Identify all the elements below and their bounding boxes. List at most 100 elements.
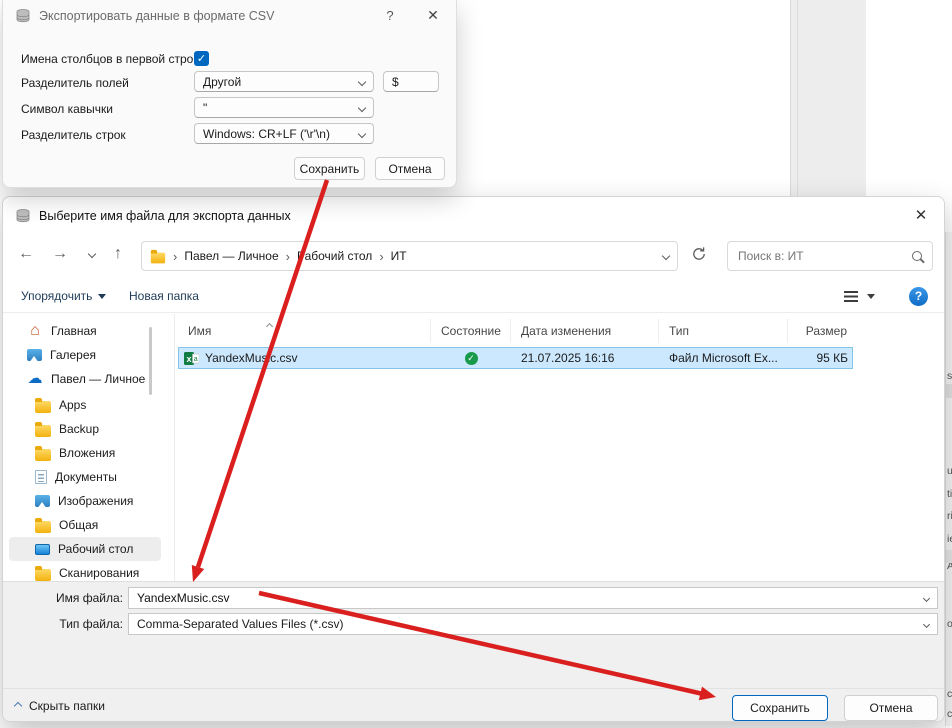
dialog-title: Экспортировать данные в формате CSV: [39, 9, 275, 23]
filename-input[interactable]: [137, 591, 924, 605]
file-type-cell: Файл Microsoft Ex...: [659, 348, 788, 368]
cancel-button[interactable]: Отмена: [844, 695, 938, 721]
new-folder-label: Новая папка: [129, 289, 199, 303]
breadcrumb-segment[interactable]: ИТ: [391, 249, 407, 263]
refresh-icon: [691, 246, 707, 262]
view-mode-button[interactable]: [844, 281, 858, 311]
header-names-checkbox[interactable]: ✓: [194, 51, 209, 66]
search-input[interactable]: [738, 249, 906, 263]
search-box[interactable]: [727, 241, 933, 271]
refresh-button[interactable]: [691, 246, 707, 265]
file-size-cell: 95 КБ: [788, 348, 848, 368]
sidebar-item-label: Документы: [55, 470, 117, 484]
background-text-fragment: ck: [947, 708, 952, 720]
new-folder-button[interactable]: Новая папка: [129, 281, 199, 311]
sidebar-item-scans[interactable]: Сканирования: [9, 561, 161, 581]
sidebar-item-gallery[interactable]: Галерея: [9, 343, 161, 367]
column-header-size[interactable]: Размер: [788, 319, 853, 343]
breadcrumb-separator: ›: [173, 249, 177, 264]
onedrive-cloud-icon: ☁: [27, 372, 43, 386]
column-header-type[interactable]: Тип: [659, 319, 788, 343]
background-text-fragment: ie: [947, 533, 952, 545]
help-icon: ?: [909, 287, 928, 306]
gallery-icon: [27, 349, 42, 361]
export-save-button[interactable]: Сохранить: [294, 157, 365, 180]
row-delimiter-select[interactable]: Windows: CR+LF ('\r'\n): [194, 123, 374, 144]
custom-delimiter-value: $: [392, 75, 399, 89]
sidebar-item-label: Вложения: [59, 446, 115, 460]
sidebar-item-home[interactable]: ⌂Главная: [9, 319, 161, 343]
sidebar-divider: [174, 314, 175, 581]
background-window-sliver: s u ti ri ie A o ck ck: [945, 232, 952, 726]
excel-csv-file-icon: x a: [184, 351, 199, 366]
folder-icon: [35, 569, 51, 581]
command-toolbar: Упорядочить Новая папка ?: [3, 281, 944, 313]
close-icon[interactable]: ✕: [910, 206, 932, 224]
sidebar-item-label: Сканирования: [59, 566, 139, 580]
forward-button[interactable]: →: [47, 241, 73, 267]
organize-button[interactable]: Упорядочить: [21, 281, 106, 311]
save-file-dialog: Выберите имя файла для экспорта данных ✕…: [2, 196, 945, 722]
sidebar-item-label: Backup: [59, 422, 99, 436]
header-names-label: Имена столбцов в первой строке: [21, 52, 205, 66]
sidebar-item-shared[interactable]: Общая: [9, 513, 161, 537]
sidebar-item-documents[interactable]: Документы: [9, 465, 161, 489]
row-delimiter-value: Windows: CR+LF ('\r'\n): [203, 127, 330, 141]
help-button[interactable]: ?: [382, 8, 398, 23]
chevron-down-icon: [88, 250, 96, 258]
sidebar-item-apps[interactable]: Apps: [9, 393, 161, 417]
custom-delimiter-input[interactable]: $: [383, 71, 439, 92]
quote-char-value: ": [203, 101, 207, 115]
caret-down-icon: [867, 294, 875, 299]
background-text-fragment: ri: [947, 510, 952, 522]
file-name-cell: x a YandexMusic.csv: [179, 348, 431, 368]
close-icon[interactable]: ✕: [424, 7, 442, 24]
sidebar-item-label: Галерея: [50, 348, 96, 362]
breadcrumb-segment[interactable]: Павел — Личное: [184, 249, 278, 263]
background-text-fragment: s: [947, 370, 952, 382]
back-button[interactable]: ←: [13, 241, 39, 267]
sidebar-item-attachments[interactable]: Вложения: [9, 441, 161, 465]
filename-combobox[interactable]: [128, 587, 938, 609]
recent-locations-button[interactable]: [79, 241, 105, 267]
sidebar-scrollbar[interactable]: [149, 327, 152, 395]
browser-body: ⌂Главная Галерея ☁Павел — Личное Apps Ba…: [3, 314, 944, 581]
help-button[interactable]: ?: [909, 281, 928, 311]
quote-char-label: Символ кавычки: [21, 102, 113, 116]
file-row-selected[interactable]: x a YandexMusic.csv ✓ 21.07.2025 16:16 Ф…: [178, 347, 853, 369]
sidebar-item-desktop[interactable]: Рабочий стол: [9, 537, 161, 561]
svg-text:a: a: [194, 356, 198, 363]
folder-icon: [151, 252, 165, 263]
file-status-cell: ✓: [431, 348, 511, 368]
chevron-up-icon: [14, 702, 22, 710]
quote-char-select[interactable]: ": [194, 97, 374, 118]
folder-icon: [35, 401, 51, 413]
sidebar-item-pictures[interactable]: Изображения: [9, 489, 161, 513]
file-list: Имя Состояние Дата изменения Тип Размер …: [176, 314, 942, 581]
field-delimiter-select[interactable]: Другой: [194, 71, 374, 92]
sidebar-item-onedrive[interactable]: ☁Павел — Личное: [9, 367, 161, 391]
chevron-down-icon[interactable]: [662, 252, 670, 260]
folder-icon: [35, 449, 51, 461]
breadcrumb-segment[interactable]: Рабочий стол: [297, 249, 372, 263]
chevron-down-icon: [923, 594, 930, 601]
folder-icon: [35, 521, 51, 533]
row-delimiter-label: Разделитель строк: [21, 128, 126, 142]
column-header-modified[interactable]: Дата изменения: [511, 319, 659, 343]
view-mode-caret[interactable]: [867, 281, 875, 311]
sidebar-item-backup[interactable]: Backup: [9, 417, 161, 441]
export-cancel-button[interactable]: Отмена: [375, 157, 445, 180]
chevron-down-icon: [923, 620, 930, 627]
bottom-bar: Скрыть папки Сохранить Отмена: [3, 688, 944, 721]
filetype-select[interactable]: Comma-Separated Values Files (*.csv): [128, 613, 938, 635]
up-button[interactable]: ↑: [105, 241, 131, 267]
column-header-status[interactable]: Состояние: [431, 319, 511, 343]
address-bar[interactable]: › Павел — Личное › Рабочий стол › ИТ: [141, 241, 678, 271]
filetype-label: Тип файла:: [3, 617, 123, 631]
breadcrumb-separator: ›: [379, 249, 383, 264]
save-button[interactable]: Сохранить: [732, 695, 828, 721]
background-text-fragment: ti: [947, 488, 952, 500]
hide-folders-button[interactable]: Скрыть папки: [15, 699, 105, 713]
sort-ascending-icon: [267, 318, 272, 332]
column-header-name[interactable]: Имя: [178, 319, 431, 343]
